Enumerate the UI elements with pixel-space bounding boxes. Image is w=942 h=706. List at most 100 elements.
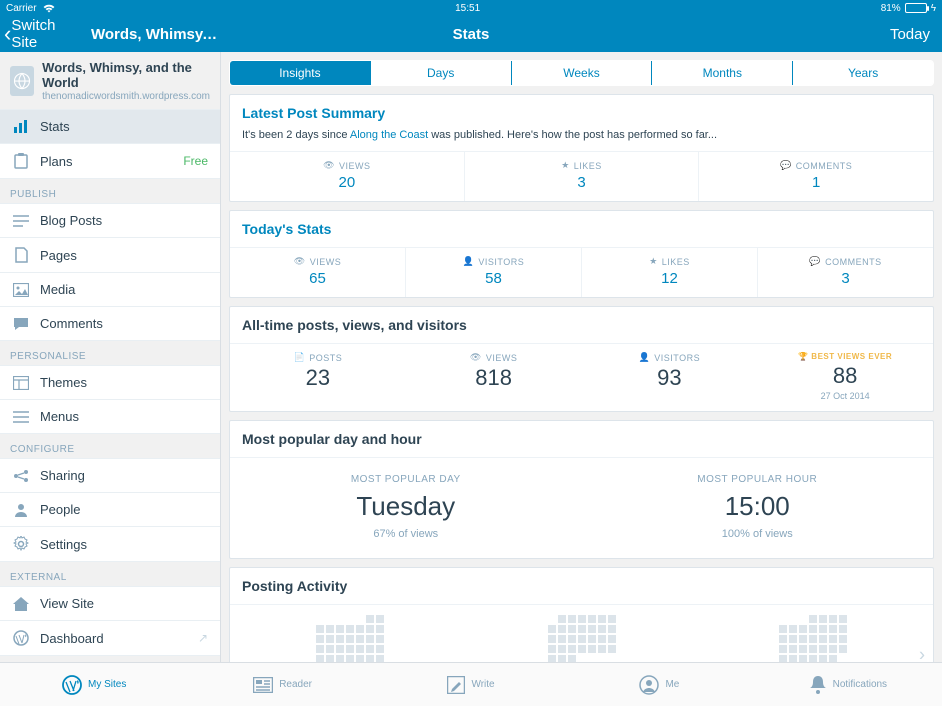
sidebar-item-stats[interactable]: Stats: [0, 109, 220, 144]
activity-day: [588, 615, 596, 623]
activity-day: [326, 625, 334, 633]
sidebar-item-people[interactable]: People: [0, 492, 220, 527]
activity-day: [366, 625, 374, 633]
sidebar-item-menus[interactable]: Menus: [0, 399, 220, 434]
month-sep: SEP: [466, 615, 698, 662]
activity-day: [366, 615, 374, 623]
activity-day: [779, 655, 787, 662]
alltime-visitors-value: 93: [582, 365, 758, 391]
activity-day: [598, 635, 606, 643]
activity-day: [819, 655, 827, 662]
sidebar-item-label: Pages: [40, 248, 208, 263]
activity-day: [376, 645, 384, 653]
tab-notifications[interactable]: Notifications: [754, 663, 942, 706]
image-icon: [12, 283, 30, 297]
star-icon: ★: [561, 160, 570, 171]
reader-icon: [253, 677, 273, 693]
tab-mysites[interactable]: My Sites: [0, 663, 188, 706]
sidebar-item-comments[interactable]: Comments: [0, 306, 220, 341]
site-title: Words, Whimsy, and the World: [42, 60, 210, 90]
sidebar-section-publish: PUBLISH: [0, 179, 220, 204]
activity-day: [779, 645, 787, 653]
activity-day: [819, 645, 827, 653]
month-aug: AUG: [234, 615, 466, 662]
tab-reader[interactable]: Reader: [188, 663, 376, 706]
posting-activity-card[interactable]: Posting Activity AUG SEP OCT ›: [229, 567, 934, 662]
activity-day: [588, 625, 596, 633]
activity-day: [779, 615, 787, 623]
plan-tier: Free: [183, 154, 208, 168]
latest-post-link[interactable]: Along the Coast: [350, 129, 428, 141]
activity-day: [568, 615, 576, 623]
activity-day: [829, 655, 837, 662]
today-comments-value: 3: [758, 270, 933, 287]
page-title: Stats: [453, 26, 490, 43]
activity-day: [568, 625, 576, 633]
sidebar-item-pages[interactable]: Pages: [0, 237, 220, 273]
activity-day: [336, 625, 344, 633]
activity-day: [809, 625, 817, 633]
today-views-cell: 👁VIEWS65: [230, 248, 406, 297]
sidebar-item-media[interactable]: Media: [0, 272, 220, 307]
alltime-views-cell: 👁VIEWS818: [406, 344, 582, 411]
segment-insights[interactable]: Insights: [230, 61, 371, 85]
today-comments-cell: 💬COMMENTS3: [758, 248, 933, 297]
share-icon: [12, 469, 30, 483]
activity-day: [608, 635, 616, 643]
globe-icon: [10, 66, 34, 96]
comment-icon: 💬: [809, 256, 821, 267]
sidebar-item-viewsite[interactable]: View Site: [0, 586, 220, 621]
back-button[interactable]: ‹ Switch Site Words, Whimsy, and t...: [0, 17, 221, 51]
wordpress-icon: [62, 675, 82, 695]
sidebar-item-themes[interactable]: Themes: [0, 365, 220, 400]
activity-day: [558, 635, 566, 643]
sidebar-item-settings[interactable]: Settings: [0, 526, 220, 562]
segment-months[interactable]: Months: [652, 61, 793, 85]
sidebar-item-plans[interactable]: Plans Free: [0, 143, 220, 179]
sidebar-item-dashboard[interactable]: Dashboard↗: [0, 620, 220, 656]
segment-years[interactable]: Years: [793, 61, 933, 85]
activity-day: [366, 645, 374, 653]
today-button[interactable]: Today: [890, 26, 942, 43]
person-icon: 👤: [639, 352, 651, 363]
activity-day: [376, 615, 384, 623]
home-icon: [12, 597, 30, 611]
avatar-icon: [639, 675, 659, 695]
battery-icon: [905, 3, 927, 13]
sidebar-item-blogposts[interactable]: Blog Posts: [0, 203, 220, 238]
activity-day: [839, 615, 847, 623]
activity-day: [346, 625, 354, 633]
month-oct: OCT: [697, 615, 929, 662]
latest-views-cell: 👁VIEWS20: [230, 152, 465, 201]
latest-comments-value: 1: [699, 174, 933, 191]
activity-day: [608, 615, 616, 623]
activity-day: [839, 635, 847, 643]
activity-day: [558, 615, 566, 623]
activity-day: [588, 635, 596, 643]
activity-day: [346, 635, 354, 643]
segment-weeks[interactable]: Weeks: [512, 61, 653, 85]
comment-icon: 💬: [780, 160, 792, 171]
tab-write[interactable]: Write: [377, 663, 565, 706]
header-site-name: Words, Whimsy, and t...: [91, 26, 221, 43]
segment-days[interactable]: Days: [371, 61, 512, 85]
person-icon: [12, 503, 30, 517]
site-header[interactable]: Words, Whimsy, and the World thenomadicw…: [0, 52, 220, 110]
sidebar-item-label: Stats: [40, 119, 208, 134]
card-title: Latest Post Summary: [242, 105, 921, 121]
gear-icon: [12, 536, 30, 552]
activity-day: [316, 625, 324, 633]
activity-day: [829, 635, 837, 643]
activity-day: [326, 615, 334, 623]
sidebar-item-sharing[interactable]: Sharing: [0, 458, 220, 493]
eye-icon: 👁: [294, 256, 306, 267]
activity-day: [799, 645, 807, 653]
list-icon: [12, 215, 30, 227]
popular-hour-cell: MOST POPULAR HOUR 15:00 100% of views: [582, 474, 934, 540]
today-likes-cell: ★LIKES12: [582, 248, 758, 297]
latest-post-summary-text: It's been 2 days since Along the Coast w…: [242, 129, 921, 141]
status-bar: Carrier 15:51 81% ϟ: [0, 0, 942, 16]
tab-me[interactable]: Me: [565, 663, 753, 706]
clock-text: 15:51: [455, 3, 480, 14]
activity-day: [588, 655, 596, 662]
